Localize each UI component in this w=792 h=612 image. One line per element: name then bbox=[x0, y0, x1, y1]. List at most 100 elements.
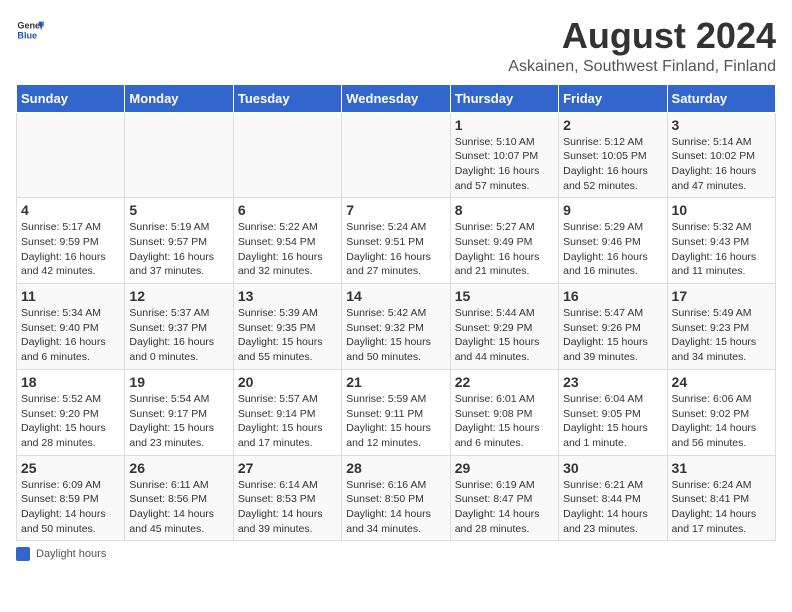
day-info: Sunrise: 5:22 AMSunset: 9:54 PMDaylight:… bbox=[238, 220, 337, 279]
day-number: 4 bbox=[21, 202, 120, 218]
table-row: 21 Sunrise: 5:59 AMSunset: 9:11 PMDayligh… bbox=[342, 369, 450, 455]
day-number: 17 bbox=[672, 288, 771, 304]
day-number: 18 bbox=[21, 374, 120, 390]
col-wednesday: Wednesday bbox=[342, 84, 450, 112]
day-number: 29 bbox=[455, 460, 554, 476]
day-info: Sunrise: 5:19 AMSunset: 9:57 PMDaylight:… bbox=[129, 220, 228, 279]
day-info: Sunrise: 5:57 AMSunset: 9:14 PMDaylight:… bbox=[238, 392, 337, 451]
day-info: Sunrise: 5:27 AMSunset: 9:49 PMDaylight:… bbox=[455, 220, 554, 279]
calendar-week-row: 1 Sunrise: 5:10 AMSunset: 10:07 PMDayligh… bbox=[17, 112, 776, 198]
day-number: 9 bbox=[563, 202, 662, 218]
table-row bbox=[125, 112, 233, 198]
day-number: 28 bbox=[346, 460, 445, 476]
day-info: Sunrise: 6:14 AMSunset: 8:53 PMDaylight:… bbox=[238, 478, 337, 537]
table-row bbox=[233, 112, 341, 198]
calendar-table: Sunday Monday Tuesday Wednesday Thursday… bbox=[16, 84, 776, 542]
day-info: Sunrise: 5:47 AMSunset: 9:26 PMDaylight:… bbox=[563, 306, 662, 365]
day-number: 8 bbox=[455, 202, 554, 218]
day-info: Sunrise: 5:32 AMSunset: 9:43 PMDaylight:… bbox=[672, 220, 771, 279]
day-info: Sunrise: 6:19 AMSunset: 8:47 PMDaylight:… bbox=[455, 478, 554, 537]
table-row: 27 Sunrise: 6:14 AMSunset: 8:53 PMDayligh… bbox=[233, 455, 341, 541]
table-row: 9 Sunrise: 5:29 AMSunset: 9:46 PMDaylight… bbox=[559, 198, 667, 284]
table-row: 28 Sunrise: 6:16 AMSunset: 8:50 PMDayligh… bbox=[342, 455, 450, 541]
table-row: 5 Sunrise: 5:19 AMSunset: 9:57 PMDaylight… bbox=[125, 198, 233, 284]
col-saturday: Saturday bbox=[667, 84, 775, 112]
table-row: 10Sunrise: 5:32 AMSunset: 9:43 PMDayligh… bbox=[667, 198, 775, 284]
day-number: 14 bbox=[346, 288, 445, 304]
logo: General Blue bbox=[16, 16, 44, 44]
day-info: Sunrise: 5:52 AMSunset: 9:20 PMDaylight:… bbox=[21, 392, 120, 451]
day-number: 27 bbox=[238, 460, 337, 476]
day-info: Sunrise: 5:24 AMSunset: 9:51 PMDaylight:… bbox=[346, 220, 445, 279]
table-row bbox=[17, 112, 125, 198]
day-number: 6 bbox=[238, 202, 337, 218]
day-number: 1 bbox=[455, 117, 554, 133]
day-info: Sunrise: 5:39 AMSunset: 9:35 PMDaylight:… bbox=[238, 306, 337, 365]
table-row: 22 Sunrise: 6:01 AMSunset: 9:08 PMDayligh… bbox=[450, 369, 558, 455]
calendar-week-row: 4Sunrise: 5:17 AMSunset: 9:59 PMDaylight… bbox=[17, 198, 776, 284]
footer-label: Daylight hours bbox=[36, 548, 106, 560]
calendar-week-row: 25 Sunrise: 6:09 AMSunset: 8:59 PMDayligh… bbox=[17, 455, 776, 541]
page-subtitle: Askainen, Southwest Finland, Finland bbox=[508, 58, 776, 76]
day-number: 23 bbox=[563, 374, 662, 390]
table-row: 29 Sunrise: 6:19 AMSunset: 8:47 PMDayligh… bbox=[450, 455, 558, 541]
svg-text:Blue: Blue bbox=[17, 30, 37, 40]
calendar-header-row: Sunday Monday Tuesday Wednesday Thursday… bbox=[17, 84, 776, 112]
table-row: 3Sunrise: 5:14 AMSunset: 10:02 PMDayligh… bbox=[667, 112, 775, 198]
day-number: 22 bbox=[455, 374, 554, 390]
day-number: 3 bbox=[672, 117, 771, 133]
logo-icon: General Blue bbox=[16, 16, 44, 44]
table-row bbox=[342, 112, 450, 198]
col-sunday: Sunday bbox=[17, 84, 125, 112]
table-row: 7 Sunrise: 5:24 AMSunset: 9:51 PMDaylight… bbox=[342, 198, 450, 284]
table-row: 23 Sunrise: 6:04 AMSunset: 9:05 PMDayligh… bbox=[559, 369, 667, 455]
table-row: 26Sunrise: 6:11 AMSunset: 8:56 PMDayligh… bbox=[125, 455, 233, 541]
table-row: 8 Sunrise: 5:27 AMSunset: 9:49 PMDaylight… bbox=[450, 198, 558, 284]
table-row: 25 Sunrise: 6:09 AMSunset: 8:59 PMDayligh… bbox=[17, 455, 125, 541]
day-info: Sunrise: 6:11 AMSunset: 8:56 PMDaylight:… bbox=[129, 478, 228, 537]
day-info: Sunrise: 5:29 AMSunset: 9:46 PMDaylight:… bbox=[563, 220, 662, 279]
day-info: Sunrise: 5:34 AMSunset: 9:40 PMDaylight:… bbox=[21, 306, 120, 365]
calendar-week-row: 18 Sunrise: 5:52 AMSunset: 9:20 PMDayligh… bbox=[17, 369, 776, 455]
day-number: 11 bbox=[21, 288, 120, 304]
day-number: 25 bbox=[21, 460, 120, 476]
day-number: 19 bbox=[129, 374, 228, 390]
table-row: 17 Sunrise: 5:49 AMSunset: 9:23 PMDayligh… bbox=[667, 284, 775, 370]
day-info: Sunrise: 6:16 AMSunset: 8:50 PMDaylight:… bbox=[346, 478, 445, 537]
day-number: 21 bbox=[346, 374, 445, 390]
day-info: Sunrise: 5:59 AMSunset: 9:11 PMDaylight:… bbox=[346, 392, 445, 451]
table-row: 2Sunrise: 5:12 AMSunset: 10:05 PMDayligh… bbox=[559, 112, 667, 198]
day-info: Sunrise: 5:37 AMSunset: 9:37 PMDaylight:… bbox=[129, 306, 228, 365]
day-info: Sunrise: 6:09 AMSunset: 8:59 PMDaylight:… bbox=[21, 478, 120, 537]
table-row: 19Sunrise: 5:54 AMSunset: 9:17 PMDayligh… bbox=[125, 369, 233, 455]
day-info: Sunrise: 5:10 AMSunset: 10:07 PMDaylight… bbox=[455, 135, 554, 194]
day-info: Sunrise: 5:49 AMSunset: 9:23 PMDaylight:… bbox=[672, 306, 771, 365]
table-row: 6 Sunrise: 5:22 AMSunset: 9:54 PMDaylight… bbox=[233, 198, 341, 284]
day-number: 15 bbox=[455, 288, 554, 304]
table-row: 18 Sunrise: 5:52 AMSunset: 9:20 PMDayligh… bbox=[17, 369, 125, 455]
day-number: 24 bbox=[672, 374, 771, 390]
day-info: Sunrise: 6:01 AMSunset: 9:08 PMDaylight:… bbox=[455, 392, 554, 451]
day-number: 20 bbox=[238, 374, 337, 390]
calendar-week-row: 11 Sunrise: 5:34 AMSunset: 9:40 PMDayligh… bbox=[17, 284, 776, 370]
col-friday: Friday bbox=[559, 84, 667, 112]
day-info: Sunrise: 6:24 AMSunset: 8:41 PMDaylight:… bbox=[672, 478, 771, 537]
day-number: 13 bbox=[238, 288, 337, 304]
table-row: 13 Sunrise: 5:39 AMSunset: 9:35 PMDayligh… bbox=[233, 284, 341, 370]
day-info: Sunrise: 5:42 AMSunset: 9:32 PMDaylight:… bbox=[346, 306, 445, 365]
table-row: 12Sunrise: 5:37 AMSunset: 9:37 PMDayligh… bbox=[125, 284, 233, 370]
day-number: 31 bbox=[672, 460, 771, 476]
table-row: 16 Sunrise: 5:47 AMSunset: 9:26 PMDayligh… bbox=[559, 284, 667, 370]
day-number: 5 bbox=[129, 202, 228, 218]
table-row: 4Sunrise: 5:17 AMSunset: 9:59 PMDaylight… bbox=[17, 198, 125, 284]
day-number: 16 bbox=[563, 288, 662, 304]
col-monday: Monday bbox=[125, 84, 233, 112]
table-row: 14 Sunrise: 5:42 AMSunset: 9:32 PMDayligh… bbox=[342, 284, 450, 370]
day-info: Sunrise: 6:21 AMSunset: 8:44 PMDaylight:… bbox=[563, 478, 662, 537]
day-number: 2 bbox=[563, 117, 662, 133]
footer-dot-icon bbox=[16, 547, 30, 561]
day-number: 7 bbox=[346, 202, 445, 218]
col-tuesday: Tuesday bbox=[233, 84, 341, 112]
day-info: Sunrise: 5:44 AMSunset: 9:29 PMDaylight:… bbox=[455, 306, 554, 365]
day-info: Sunrise: 6:04 AMSunset: 9:05 PMDaylight:… bbox=[563, 392, 662, 451]
